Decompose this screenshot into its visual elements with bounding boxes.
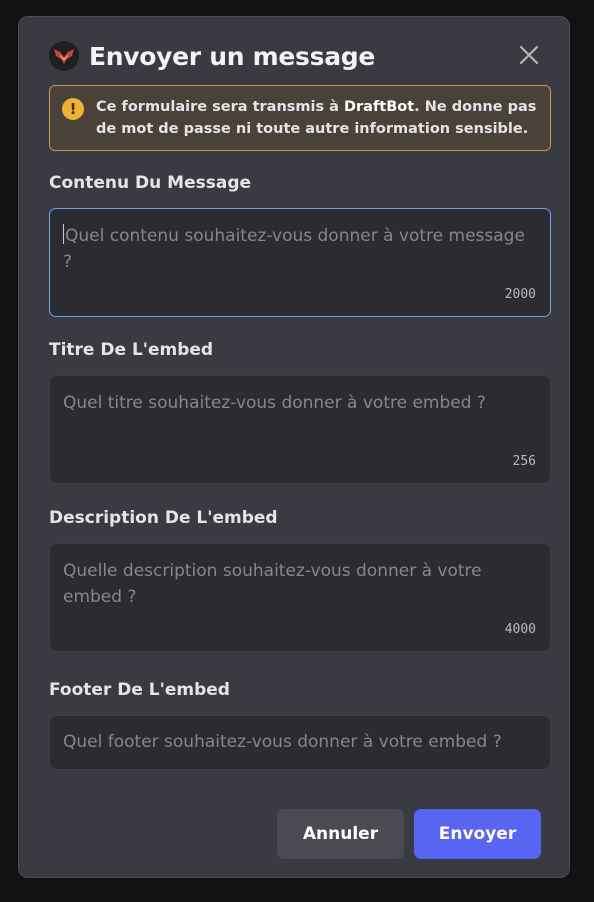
submit-button[interactable]: Envoyer — [414, 809, 541, 859]
warning-text-before: Ce formulaire sera transmis à — [96, 99, 344, 115]
embed-footer-label: Footer De L'embed — [49, 680, 230, 700]
content-label: Contenu Du Message — [49, 173, 252, 193]
embed-title-label: Titre De L'embed — [49, 340, 214, 360]
embed-title-textarea[interactable]: Quel titre souhaitez-vous donner à votre… — [49, 375, 551, 484]
embed-description-placeholder: Quelle description souhaitez-vous donner… — [63, 561, 482, 607]
modal-title: Envoyer un message — [89, 41, 376, 71]
embed-footer-placeholder: Quel footer souhaitez-vous donner à votr… — [63, 732, 502, 752]
embed-title-char-counter: 256 — [512, 454, 536, 469]
embed-footer-input[interactable]: Quel footer souhaitez-vous donner à votr… — [49, 715, 551, 770]
embed-description-textarea[interactable]: Quelle description souhaitez-vous donner… — [49, 543, 551, 652]
text-caret — [63, 224, 64, 244]
send-message-modal: Envoyer un message ! Ce formulaire sera … — [18, 16, 570, 878]
draftbot-logo-icon — [49, 41, 79, 71]
content-char-counter: 2000 — [504, 287, 536, 302]
embed-description-char-counter: 4000 — [504, 622, 536, 637]
modal-header: Envoyer un message — [49, 41, 375, 71]
cancel-button[interactable]: Annuler — [277, 809, 404, 859]
content-textarea[interactable]: Quel contenu souhaitez-vous donner à vot… — [49, 208, 551, 317]
content-placeholder: Quel contenu souhaitez-vous donner à vot… — [63, 226, 525, 272]
warning-bot-name: DraftBot — [344, 99, 415, 115]
embed-title-placeholder: Quel titre souhaitez-vous donner à votre… — [63, 393, 486, 413]
warning-banner: ! Ce formulaire sera transmis à DraftBot… — [49, 85, 551, 151]
close-icon[interactable] — [517, 43, 541, 67]
embed-description-label: Description De L'embed — [49, 508, 278, 528]
exclamation-icon: ! — [62, 98, 84, 120]
